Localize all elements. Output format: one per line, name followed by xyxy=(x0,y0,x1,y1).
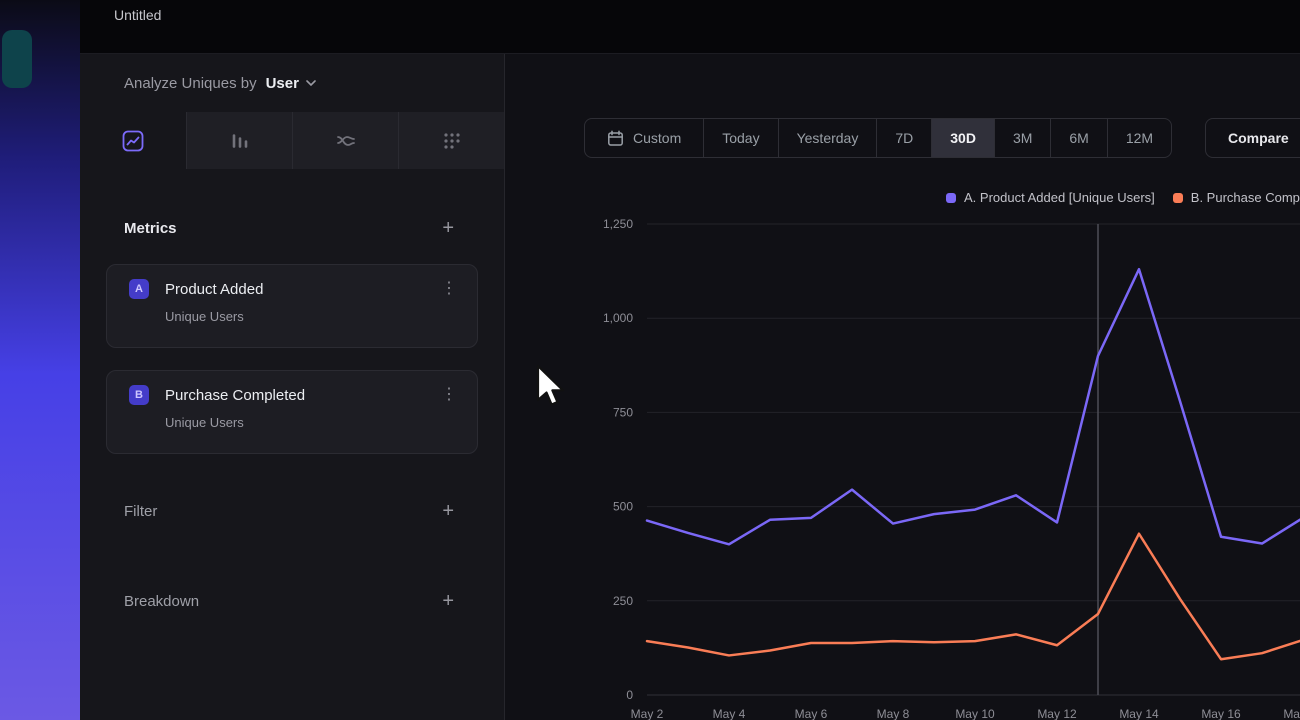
compare-label: Compare xyxy=(1228,130,1289,146)
line-chart[interactable]: 0 250 500 750 1,000 1,250 May 2 May 4 May 6 May 8… xyxy=(505,214,1300,720)
topbar: Untitled xyxy=(80,0,1300,54)
add-breakdown-button[interactable]: + xyxy=(442,591,454,611)
svg-text:May 8: May 8 xyxy=(877,707,910,720)
metrics-label: Metrics xyxy=(124,220,177,237)
tab-flows[interactable] xyxy=(292,112,398,169)
query-sidebar: Analyze Uniques by User xyxy=(80,54,505,720)
filter-section-header: Filter + xyxy=(80,496,504,526)
range-3m[interactable]: 3M xyxy=(994,119,1050,157)
date-range-toolbar: Custom Today Yesterday 7D 30D 3M 6M 12M xyxy=(584,118,1172,158)
chart-panel: Custom Today Yesterday 7D 30D 3M 6M 12M … xyxy=(505,54,1300,720)
legend-swatch-purple xyxy=(946,193,956,203)
svg-text:May 2: May 2 xyxy=(631,707,664,720)
chart-legend: A. Product Added [Unique Users] B. Purch… xyxy=(946,190,1300,205)
range-12m[interactable]: 12M xyxy=(1107,119,1171,157)
svg-text:May 16: May 16 xyxy=(1201,707,1241,720)
metric-aggregation[interactable]: Unique Users xyxy=(165,309,461,324)
svg-text:1,250: 1,250 xyxy=(603,217,633,231)
svg-text:500: 500 xyxy=(613,500,633,514)
range-yesterday[interactable]: Yesterday xyxy=(778,119,877,157)
legend-label-b: B. Purchase Completed [Unique Users] xyxy=(1191,190,1300,205)
svg-text:May 18: May 18 xyxy=(1283,707,1300,720)
date-range-group: Custom Today Yesterday 7D 30D 3M 6M 12M xyxy=(584,118,1172,158)
svg-text:1,000: 1,000 xyxy=(603,311,633,325)
svg-text:250: 250 xyxy=(613,594,633,608)
range-6m[interactable]: 6M xyxy=(1050,119,1106,157)
metric-badge-b: B xyxy=(129,385,149,405)
svg-text:May 10: May 10 xyxy=(955,707,995,720)
metric-card-header: A Product Added ⋮ xyxy=(129,279,461,299)
metric-title: Product Added xyxy=(165,281,263,298)
funnels-icon xyxy=(229,130,251,152)
range-7d[interactable]: 7D xyxy=(876,119,931,157)
metric-options-kebab-icon[interactable]: ⋮ xyxy=(437,385,461,405)
add-metric-button[interactable]: + xyxy=(442,218,454,238)
analyze-row: Analyze Uniques by User xyxy=(80,54,504,112)
metric-card-purchase-completed[interactable]: B Purchase Completed ⋮ Unique Users xyxy=(106,370,478,454)
svg-text:May 14: May 14 xyxy=(1119,707,1159,720)
analyze-label: Analyze Uniques by xyxy=(124,75,257,92)
metric-options-kebab-icon[interactable]: ⋮ xyxy=(437,279,461,299)
app-logo[interactable] xyxy=(2,30,32,88)
analytics-app: Untitled Analyze Uniques by User xyxy=(0,0,1300,720)
svg-text:0: 0 xyxy=(626,688,633,702)
metric-card-header: B Purchase Completed ⋮ xyxy=(129,385,461,405)
breakdown-label: Breakdown xyxy=(124,593,199,610)
report-title[interactable]: Untitled xyxy=(114,7,161,23)
svg-text:May 4: May 4 xyxy=(713,707,746,720)
custom-date-label: Custom xyxy=(633,130,681,146)
inactive-tabs xyxy=(186,112,504,169)
analyze-user-dropdown[interactable]: User xyxy=(266,75,316,92)
legend-swatch-orange xyxy=(1173,193,1183,203)
filter-label: Filter xyxy=(124,503,157,520)
svg-text:750: 750 xyxy=(613,405,633,419)
metric-card-product-added[interactable]: A Product Added ⋮ Unique Users xyxy=(106,264,478,348)
legend-label-a: A. Product Added [Unique Users] xyxy=(964,190,1155,205)
flows-icon xyxy=(335,130,357,152)
tab-insights[interactable] xyxy=(80,112,186,169)
legend-item-b[interactable]: B. Purchase Completed [Unique Users] xyxy=(1173,190,1300,205)
tab-retention[interactable] xyxy=(398,112,504,169)
breakdown-section-header: Breakdown + xyxy=(80,586,504,616)
analyze-user-value: User xyxy=(266,75,299,92)
metric-title: Purchase Completed xyxy=(165,387,305,404)
metrics-section-header: Metrics + xyxy=(80,213,504,243)
custom-date-button[interactable]: Custom xyxy=(585,119,703,157)
retention-icon xyxy=(441,130,463,152)
metric-aggregation[interactable]: Unique Users xyxy=(165,415,461,430)
svg-text:May 6: May 6 xyxy=(795,707,828,720)
tab-funnels[interactable] xyxy=(186,112,292,169)
compare-button[interactable]: Compare xyxy=(1205,118,1300,158)
left-gradient-strip xyxy=(0,0,80,720)
calendar-icon xyxy=(607,130,624,147)
legend-item-a[interactable]: A. Product Added [Unique Users] xyxy=(946,190,1155,205)
metric-badge-a: A xyxy=(129,279,149,299)
report-type-tabs xyxy=(80,112,504,169)
range-30d[interactable]: 30D xyxy=(931,119,994,157)
range-today[interactable]: Today xyxy=(703,119,777,157)
add-filter-button[interactable]: + xyxy=(442,501,454,521)
chevron-down-icon xyxy=(306,80,316,86)
svg-text:May 12: May 12 xyxy=(1037,707,1077,720)
insights-icon xyxy=(122,130,144,152)
